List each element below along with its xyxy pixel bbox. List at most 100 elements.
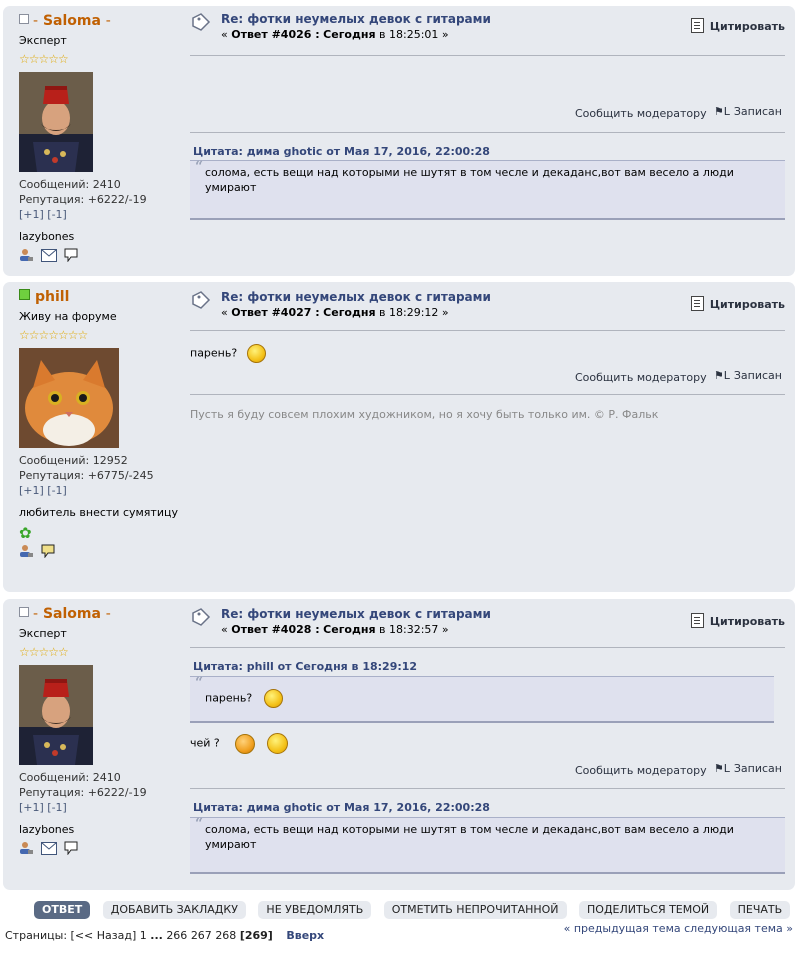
unnotify-button[interactable]: НЕ УВЕДОМЛЯТЬ [258,901,372,919]
karma-buttons[interactable]: [+1] [-1] [19,207,179,222]
select-checkbox[interactable] [19,607,29,617]
pages-label: Страницы: [5,929,68,942]
quote-mark-icon: “ [195,816,204,832]
logged-label: ⚑L Записан [713,105,782,118]
angry-smiley-icon [235,733,256,754]
poster-rank: Эксперт [19,627,67,640]
pagination: Страницы: [<< Назад] 1 ... 266 267 268 [… [5,929,324,942]
poster-name[interactable]: phill [19,288,179,306]
post-meta: « Ответ #4027 : Сегодня в 18:29:12 » [221,306,449,319]
quote-header[interactable]: Цитата: дима ghotic от Мая 17, 2016, 22:… [193,145,490,158]
post-icon [192,608,211,626]
quote-text: солома, есть вещи над которыми не шутят … [205,166,734,194]
pm-icon[interactable] [41,544,55,561]
profile-icon[interactable] [19,544,33,561]
profile-icon[interactable] [19,248,33,265]
email-icon[interactable] [40,841,57,858]
post-meta: « Ответ #4028 : Сегодня в 18:32:57 » [221,623,449,636]
pm-icon[interactable] [64,841,78,858]
quote-icon [690,296,704,311]
reputation: Репутация: +6775/-245 [19,469,154,482]
post-4028: - Saloma - Эксперт ☆☆☆☆☆ Сообщений: 2410… [3,599,795,890]
karma-buttons[interactable]: [+1] [-1] [19,483,179,498]
report-to-moderator-link[interactable]: Сообщить модератору [575,371,707,384]
add-bookmark-button[interactable]: ДОБАВИТЬ ЗАКЛАДКУ [102,901,246,919]
rank-stars-icon: ☆☆☆☆☆☆☆ [19,328,88,342]
share-topic-button[interactable]: ПОДЕЛИТЬСЯ ТЕМОЙ [579,901,718,919]
reply-button[interactable]: ОТВЕТ [34,901,91,919]
avatar[interactable] [19,348,119,448]
avatar[interactable] [19,72,93,172]
email-icon[interactable] [40,248,57,265]
poster-info: - Saloma - Эксперт ☆☆☆☆☆ Сообщений: 2410… [19,12,179,264]
quote-header[interactable]: Цитата: дима ghotic от Мая 17, 2016, 22:… [193,801,490,814]
poster-name-link[interactable]: Saloma [43,606,101,622]
topic-actions: ОТВЕТ ДОБАВИТЬ ЗАКЛАДКУ НЕ УВЕДОМЛЯТЬ ОТ… [34,901,799,919]
quote-header[interactable]: Цитата: phill от Сегодня в 18:29:12 [193,660,417,673]
print-button[interactable]: ПЕЧАТЬ [729,901,791,919]
quote-block: “ солома, есть вещи над которыми не шутя… [190,160,785,220]
post-count: Сообщений: 2410 [19,771,121,784]
poster-name-link[interactable]: phill [35,289,69,305]
divider [190,647,785,648]
page-link[interactable]: 268 [215,929,236,942]
post-count: Сообщений: 12952 [19,454,128,467]
karma-buttons[interactable]: [+1] [-1] [19,800,179,815]
divider [190,330,785,331]
logged-icon: ⚑L [713,762,730,775]
poster-info: phill Живу на форуме ☆☆☆☆☆☆☆ Сообщений: … [19,288,179,560]
profile-icons [19,841,179,857]
post-subject[interactable]: Re: фотки неумелых девок с гитарами [221,607,491,621]
divider [190,788,785,789]
back-to-top-link[interactable]: Вверх [286,929,324,942]
pm-icon[interactable] [64,248,78,265]
page-ellipsis[interactable]: ... [150,929,163,942]
page-link[interactable]: 1 [140,929,147,942]
page-link[interactable]: 266 [166,929,187,942]
logged-label: ⚑L Записан [713,369,782,382]
quote-block: “ парень? [190,676,774,723]
mark-unread-button[interactable]: ОТМЕТИТЬ НЕПРОЧИТАННОЙ [383,901,567,919]
divider [190,394,785,395]
poster-name-link[interactable]: Saloma [43,13,101,29]
icq-icon[interactable]: ✿ [19,524,179,542]
rank-stars-icon: ☆☆☆☆☆ [19,645,69,659]
report-to-moderator-link[interactable]: Сообщить модератору [575,107,707,120]
poster-name[interactable]: - Saloma - [19,605,179,623]
page-back-link[interactable]: [<< Назад] [71,929,137,942]
quote-icon [690,18,704,33]
report-to-moderator-link[interactable]: Сообщить модератору [575,764,707,777]
quote-button[interactable]: Цитировать [690,296,785,311]
quote-text: парень? [205,691,253,705]
post-body-text: парень? [190,346,238,360]
logged-icon: ⚑L [713,369,730,382]
profile-icons [19,248,179,264]
prev-next-topic-links[interactable]: « предыдущая тема следующая тема » [564,922,793,935]
profile-icon[interactable] [19,841,33,858]
logged-icon: ⚑L [713,105,730,118]
grin-smiley-icon [266,733,288,754]
quote-button[interactable]: Цитировать [690,18,785,33]
online-status-icon [19,289,30,300]
page-link[interactable]: 267 [191,929,212,942]
poster-name[interactable]: - Saloma - [19,12,179,30]
personal-text: любитель внести сумятицу [19,506,178,519]
quote-button[interactable]: Цитировать [690,613,785,628]
select-checkbox[interactable] [19,14,29,24]
post-body: парень? [190,344,266,363]
divider [190,132,785,133]
logged-label: ⚑L Записан [713,762,782,775]
post-icon [192,291,211,309]
post-subject[interactable]: Re: фотки неумелых девок с гитарами [221,290,491,304]
poster-info: - Saloma - Эксперт ☆☆☆☆☆ Сообщений: 2410… [19,605,179,857]
personal-text: lazybones [19,823,75,836]
avatar[interactable] [19,665,93,765]
post-subject[interactable]: Re: фотки неумелых девок с гитарами [221,12,491,26]
post-body-text: чей ? [190,736,220,750]
huh-smiley-icon [263,689,283,708]
divider [190,55,785,56]
current-page: [269] [239,929,273,942]
poster-rank: Эксперт [19,34,67,47]
quote-icon [690,613,704,628]
profile-icons [19,544,179,560]
